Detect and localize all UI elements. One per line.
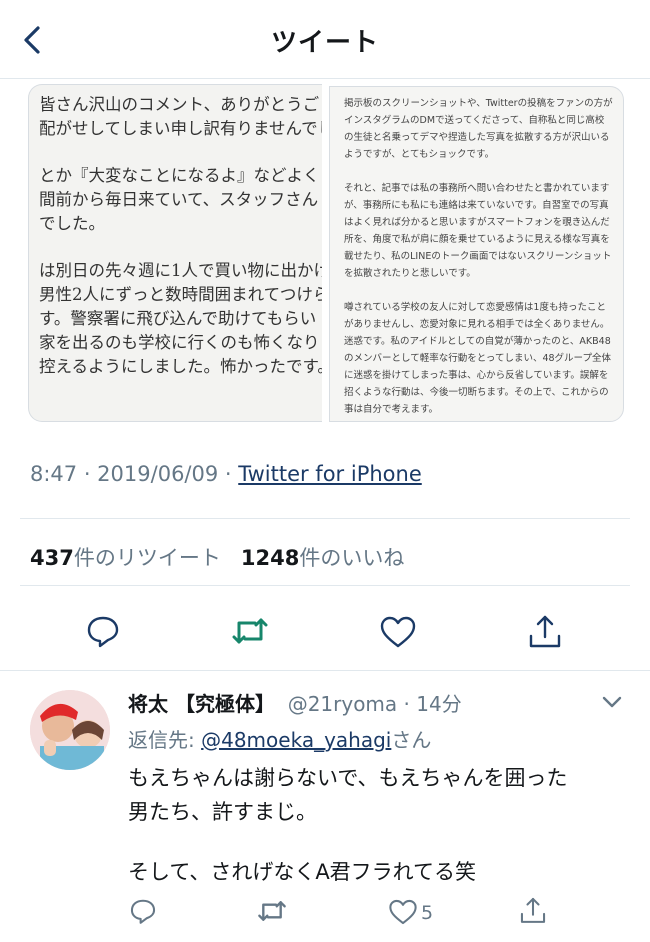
- reply-reply-icon[interactable]: [128, 896, 158, 930]
- reply-text-line: そして、されげなくA君フラれてる笑: [128, 860, 477, 884]
- image-text-line: 家を出るのも学校に行くのも怖くなりま: [39, 333, 322, 352]
- reply-author: 将太 【究極体】 @21ryoma · 14分: [128, 688, 462, 717]
- image-text-paragraph: 噂されている学校の友人に対して恋愛感情は1度も持ったことがありませんし、恋愛対象…: [344, 302, 611, 415]
- like-count: 1248: [240, 546, 300, 570]
- like-label: 件のいいね: [299, 546, 405, 570]
- divider: [20, 518, 630, 519]
- avatar[interactable]: [30, 690, 110, 770]
- divider: [0, 670, 650, 671]
- tweet-timestamp: 8:47 · 2019/06/09 · Twitter for iPhone: [30, 462, 422, 486]
- source-link[interactable]: Twitter for iPhone: [238, 462, 422, 486]
- image-text-line: 配がせしてしまい申し訳有りませんでし: [39, 119, 322, 138]
- image-text-right: 掲示板のスクリーンショットや、Twitterの投稿をファンの方がインスタグラムの…: [344, 95, 613, 421]
- tweet-image-right[interactable]: 掲示板のスクリーンショットや、Twitterの投稿をファンの方がインスタグラムの…: [329, 86, 624, 422]
- reply-icon[interactable]: [84, 612, 122, 654]
- image-text-line: は別日の先々週に1人で買い物に出かけた: [39, 261, 322, 280]
- reply-to-prefix: 返信先:: [128, 728, 202, 752]
- image-text-line: とか『大変なことになるよ』などよく: [39, 166, 320, 185]
- reply-to-line: 返信先: @48moeka_yahagiさん: [128, 724, 431, 753]
- reply-to-handle[interactable]: @48moeka_yahagi: [201, 728, 391, 752]
- image-text-line: [39, 141, 322, 164]
- retweet-label: 件のリツイート: [73, 546, 221, 570]
- reply-text-line: 男たち、許すまじ。: [128, 800, 317, 824]
- reply-display-name[interactable]: 将太 【究極体】: [128, 692, 275, 716]
- image-text-line: [39, 236, 322, 259]
- image-text-line: 控えるようにしました。怖かったです。: [39, 357, 322, 376]
- retweet-count: 437: [30, 546, 74, 570]
- time-date: 8:47 · 2019/06/09 ·: [30, 462, 239, 486]
- image-text-line: でした。: [39, 214, 105, 233]
- chevron-down-icon[interactable]: [600, 692, 624, 716]
- page-title: ツイート: [270, 28, 379, 58]
- tweet-stats: 437件のリツイート 1248件のいいね: [30, 542, 404, 572]
- retweet-stat[interactable]: 437件のリツイート: [30, 546, 221, 570]
- reply-handle-time: @21ryoma · 14分: [287, 692, 462, 716]
- reply-text-line: もえちゃんは謝らないで、もえちゃんを囲った: [128, 766, 568, 790]
- image-text-left: 皆さん沢山のコメント、ありがとうご 配がせしてしまい申し訳有りませんでし とか『大変…: [39, 93, 322, 379]
- retweet-icon[interactable]: [230, 612, 270, 654]
- image-text-line: 皆さん沢山のコメント、ありがとうご: [39, 95, 320, 114]
- like-icon[interactable]: [378, 613, 418, 655]
- divider: [20, 585, 630, 586]
- image-text-line: す。警察署に飛び込んで助けてもらい: [39, 309, 317, 328]
- image-text-line: 男性2人にずっと数時間囲まれてつけら: [39, 285, 322, 304]
- reply-retweet-icon[interactable]: [256, 896, 288, 930]
- reply-like-icon[interactable]: [387, 897, 419, 931]
- share-icon[interactable]: [526, 612, 564, 654]
- image-text-line: 間前から毎日来ていて、スタッフさん: [39, 190, 319, 209]
- reply-share-icon[interactable]: [518, 895, 548, 929]
- image-text-paragraph: 掲示板のスクリーンショットや、Twitterの投稿をファンの方がインスタグラムの…: [344, 98, 613, 160]
- like-stat[interactable]: 1248件のいいね: [241, 546, 404, 570]
- tweet-image-left[interactable]: 皆さん沢山のコメント、ありがとうご 配がせしてしまい申し訳有りませんでし とか『大変…: [28, 84, 322, 422]
- reply-like-count: 5: [421, 902, 434, 924]
- image-text-paragraph: それと、記事では私の事務所へ問い合わせたと書かれていますが、事務所にも私にも連絡…: [344, 183, 612, 279]
- reply-to-suffix: さん: [391, 728, 432, 752]
